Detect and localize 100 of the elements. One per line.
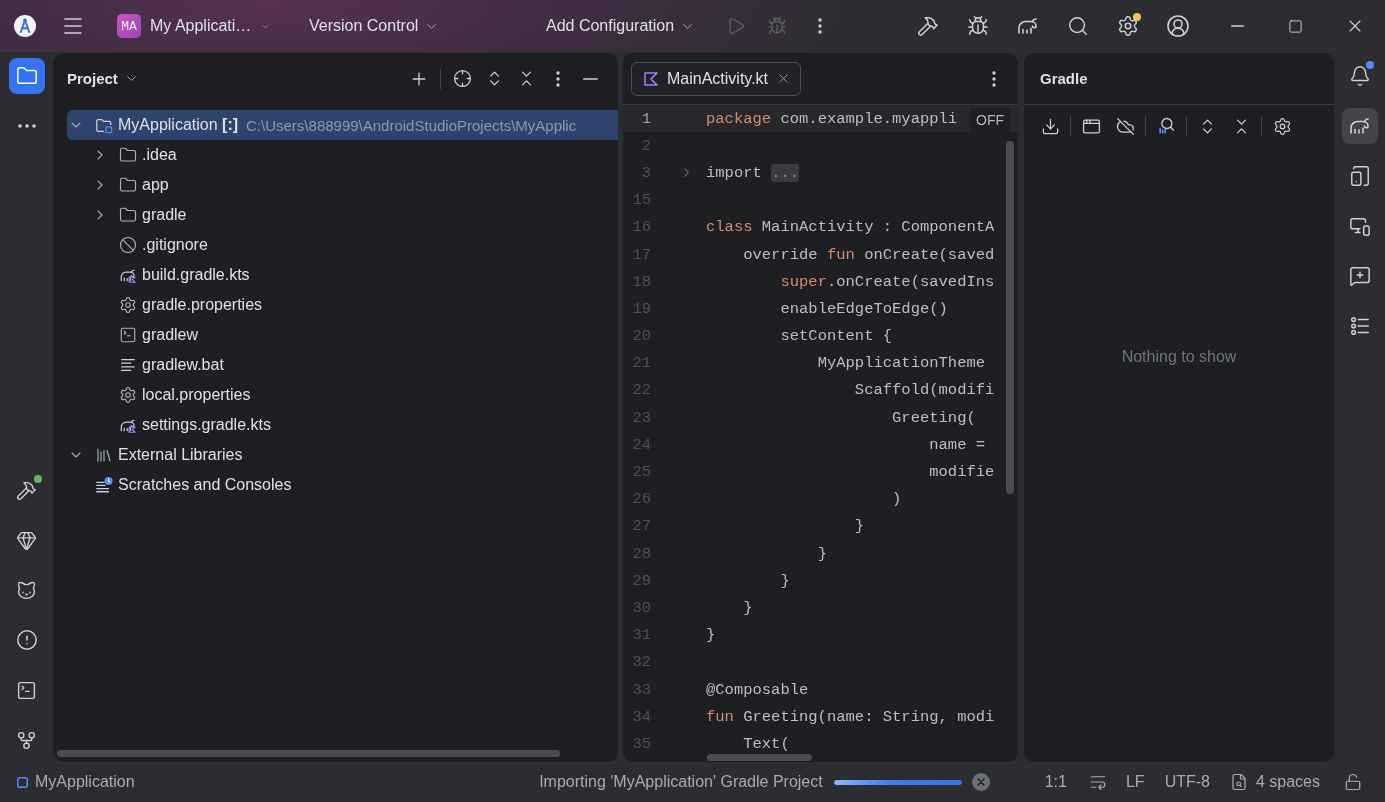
crosshair-icon <box>452 69 472 88</box>
terminal-icon <box>119 326 137 344</box>
node-label: .idea <box>142 146 177 164</box>
breadcrumb[interactable]: MyApplication <box>17 773 135 791</box>
more-icon <box>818 18 822 34</box>
code-line: setContent { <box>780 327 893 346</box>
folder-icon <box>119 146 137 164</box>
node-label: Scratches and Consoles <box>118 476 292 494</box>
download-icon <box>1040 116 1060 136</box>
node-label: gradlew <box>142 326 199 344</box>
chat-plus-icon <box>1348 265 1371 287</box>
module-icon <box>17 776 28 788</box>
more-icon <box>556 70 560 87</box>
bug-icon <box>967 15 989 37</box>
terminal-icon <box>16 679 37 701</box>
monitor-phone-icon <box>1348 215 1371 237</box>
node-label: gradle.properties <box>142 296 263 314</box>
file-search-icon <box>1229 773 1248 791</box>
tree-item[interactable]: External Libraries <box>67 440 618 470</box>
tree-item[interactable]: local.properties <box>67 380 618 410</box>
gear-icon <box>119 386 137 404</box>
code-line: } <box>706 626 716 645</box>
settings-icon <box>1272 116 1292 136</box>
tree-item[interactable]: settings.gradle.kts <box>67 410 618 440</box>
file-encoding[interactable]: UTF-8 <box>1164 773 1210 791</box>
code-line: @Composable <box>706 680 809 699</box>
cancel-icon[interactable] <box>971 773 990 791</box>
bug-icon <box>767 16 787 36</box>
tree-item[interactable]: app <box>67 170 618 200</box>
status-button[interactable] <box>1088 773 1107 791</box>
project-view-dropdown[interactable]: Project <box>67 70 139 87</box>
node-path: C:\Users\888999\AndroidStudioProjects\MyApplic <box>246 116 577 134</box>
code-line: override fun onCreate(saved <box>743 245 995 264</box>
file-type-icon <box>643 70 659 87</box>
editor-tab[interactable]: MainActivity.kt <box>631 61 802 96</box>
settings-icon <box>1117 15 1139 37</box>
compass-logo-icon[interactable] <box>14 15 36 37</box>
code-line: } <box>780 571 790 590</box>
code-line: Scaffold(modifi <box>854 381 995 400</box>
branch-icon <box>16 729 37 751</box>
folder-icon <box>15 65 38 87</box>
notification-bell-icon <box>1348 65 1371 87</box>
caret-position[interactable]: 1:1 <box>1044 773 1067 791</box>
minimize-icon <box>1230 25 1244 27</box>
tree-item[interactable]: .idea <box>67 140 618 170</box>
inlay-label[interactable]: OFF <box>970 108 1010 132</box>
wrap-text-icon <box>1088 773 1107 791</box>
tree-item[interactable]: build.gradle.kts <box>67 260 618 290</box>
project-badge: MA <box>117 14 141 38</box>
tree-item[interactable]: gradlew.bat <box>67 350 618 380</box>
vertical-scrollbar[interactable] <box>1006 141 1014 494</box>
devices-icon <box>1348 165 1371 187</box>
code-line: } <box>743 598 753 617</box>
version-control-menu[interactable]: Version Control <box>303 10 447 42</box>
tree-item[interactable]: Scratches and Consoles <box>67 470 618 500</box>
hammer-icon <box>917 15 939 37</box>
run-configuration-selector[interactable]: Add Configuration <box>540 10 706 42</box>
code-line: enableEdgeToEdge() <box>780 299 948 318</box>
indent-setting[interactable]: 4 spaces <box>1229 773 1320 791</box>
text-lines-icon <box>119 356 137 374</box>
line-number: 1 <box>641 109 651 128</box>
code-line: } <box>817 544 827 563</box>
minimize-icon <box>582 77 598 80</box>
code-line: import ... <box>706 163 800 182</box>
bullet-list-icon <box>1348 315 1371 337</box>
tree-item[interactable]: MyApplication [:] C:\Users\888999\AndroidStudioProjects\MyApplic <box>67 110 618 140</box>
folder-icon <box>119 176 137 194</box>
more-icon <box>992 70 996 87</box>
node-label: app <box>142 176 169 194</box>
account-icon <box>1166 14 1190 38</box>
alert-icon <box>15 629 38 651</box>
tree-item[interactable]: gradlew <box>67 320 618 350</box>
code-line: Text( <box>743 734 790 753</box>
tool-window-button[interactable] <box>1341 108 1378 144</box>
lock-button[interactable] <box>1344 773 1362 791</box>
horizontal-scrollbar[interactable] <box>57 750 560 757</box>
code-line: modifie <box>929 463 995 482</box>
tree-item[interactable]: gradle.properties <box>67 290 618 320</box>
node-label: .gitignore <box>142 236 208 254</box>
tool-window-button[interactable] <box>8 58 45 94</box>
task-status: Importing 'MyApplication' Gradle Project <box>539 773 823 791</box>
library-icon <box>95 446 113 464</box>
node-label: gradlew.bat <box>142 356 224 374</box>
node-label: gradle <box>142 206 187 224</box>
code-line: ) <box>892 490 902 509</box>
cloud-off-icon <box>1115 116 1135 136</box>
code-line: name = <box>929 435 986 454</box>
project-selector[interactable]: MA My Applicati… <box>111 10 277 42</box>
search-icon <box>1067 15 1089 37</box>
code-line: package com.example.myappli <box>706 109 958 128</box>
tree-item[interactable]: .gitignore <box>67 230 618 260</box>
code-line: } <box>854 517 865 536</box>
search-bars-icon <box>1156 116 1176 136</box>
empty-message: Nothing to show <box>1121 348 1237 366</box>
code-line: fun Greeting(name: String, modi <box>706 707 995 726</box>
cat-icon <box>16 579 37 601</box>
line-separator[interactable]: LF <box>1125 773 1145 791</box>
scratch-list-icon <box>95 476 113 494</box>
horizontal-scrollbar[interactable] <box>707 754 812 761</box>
tree-item[interactable]: gradle <box>67 200 618 230</box>
